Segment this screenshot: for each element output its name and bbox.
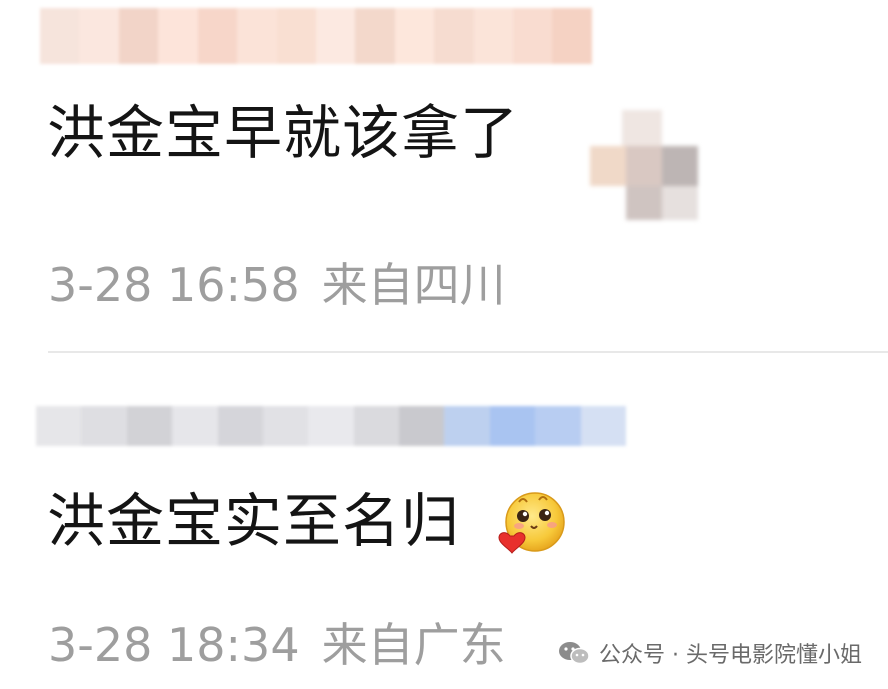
blurred-username [36,406,626,446]
watermark-text: 公众号 · 头号电影院懂小姐 [599,643,862,668]
blur-cell [81,406,127,446]
blur-cell [353,406,399,446]
blur-cell [118,8,159,64]
blur-cell [276,8,316,64]
comment-text: 洪金宝早就该拿了 [47,99,520,167]
blur-cell [172,406,218,446]
blur-cell [308,406,354,446]
comment-time: 3-28 18:34 [48,618,300,672]
blurred-sticker [590,106,702,222]
blur-cell [315,8,356,64]
comment-location: 来自四川 [321,258,506,312]
comment-location: 来自广东 [321,618,506,672]
blur-cell [434,8,474,64]
blur-cell [535,406,581,446]
blur-cell [473,8,514,64]
comment-item: 洪金宝早就该拿了 3-28 16:58 来自四川 [0,0,888,350]
blur-cell [444,406,490,446]
blur-cell [36,406,82,446]
blur-cell [394,8,435,64]
watermark: 公众号 · 头号电影院懂小姐 [557,637,862,669]
blur-cell [217,406,263,446]
blurred-username [40,8,592,64]
comment-meta: 3-28 18:34 来自广东 [48,622,506,668]
blur-cell [580,406,626,446]
blur-cell [399,406,445,446]
blur-cell [355,8,395,64]
blur-cell [262,406,309,446]
blur-cell [158,8,198,64]
blur-cell [552,8,592,64]
blur-cell [126,406,173,446]
blur-cell [237,8,277,64]
blur-cell [79,8,119,64]
comment-time: 3-28 16:58 [48,258,300,312]
comment-meta: 3-28 16:58 来自四川 [48,262,506,308]
blur-cell [513,8,553,64]
blur-cell [489,406,536,446]
wechat-official-account-icon [559,642,590,665]
comment-text: 洪金宝实至名归 [47,487,461,555]
blushing-heart-emoji-icon [498,492,565,554]
blur-cell [197,8,238,64]
blur-cell [40,8,80,64]
